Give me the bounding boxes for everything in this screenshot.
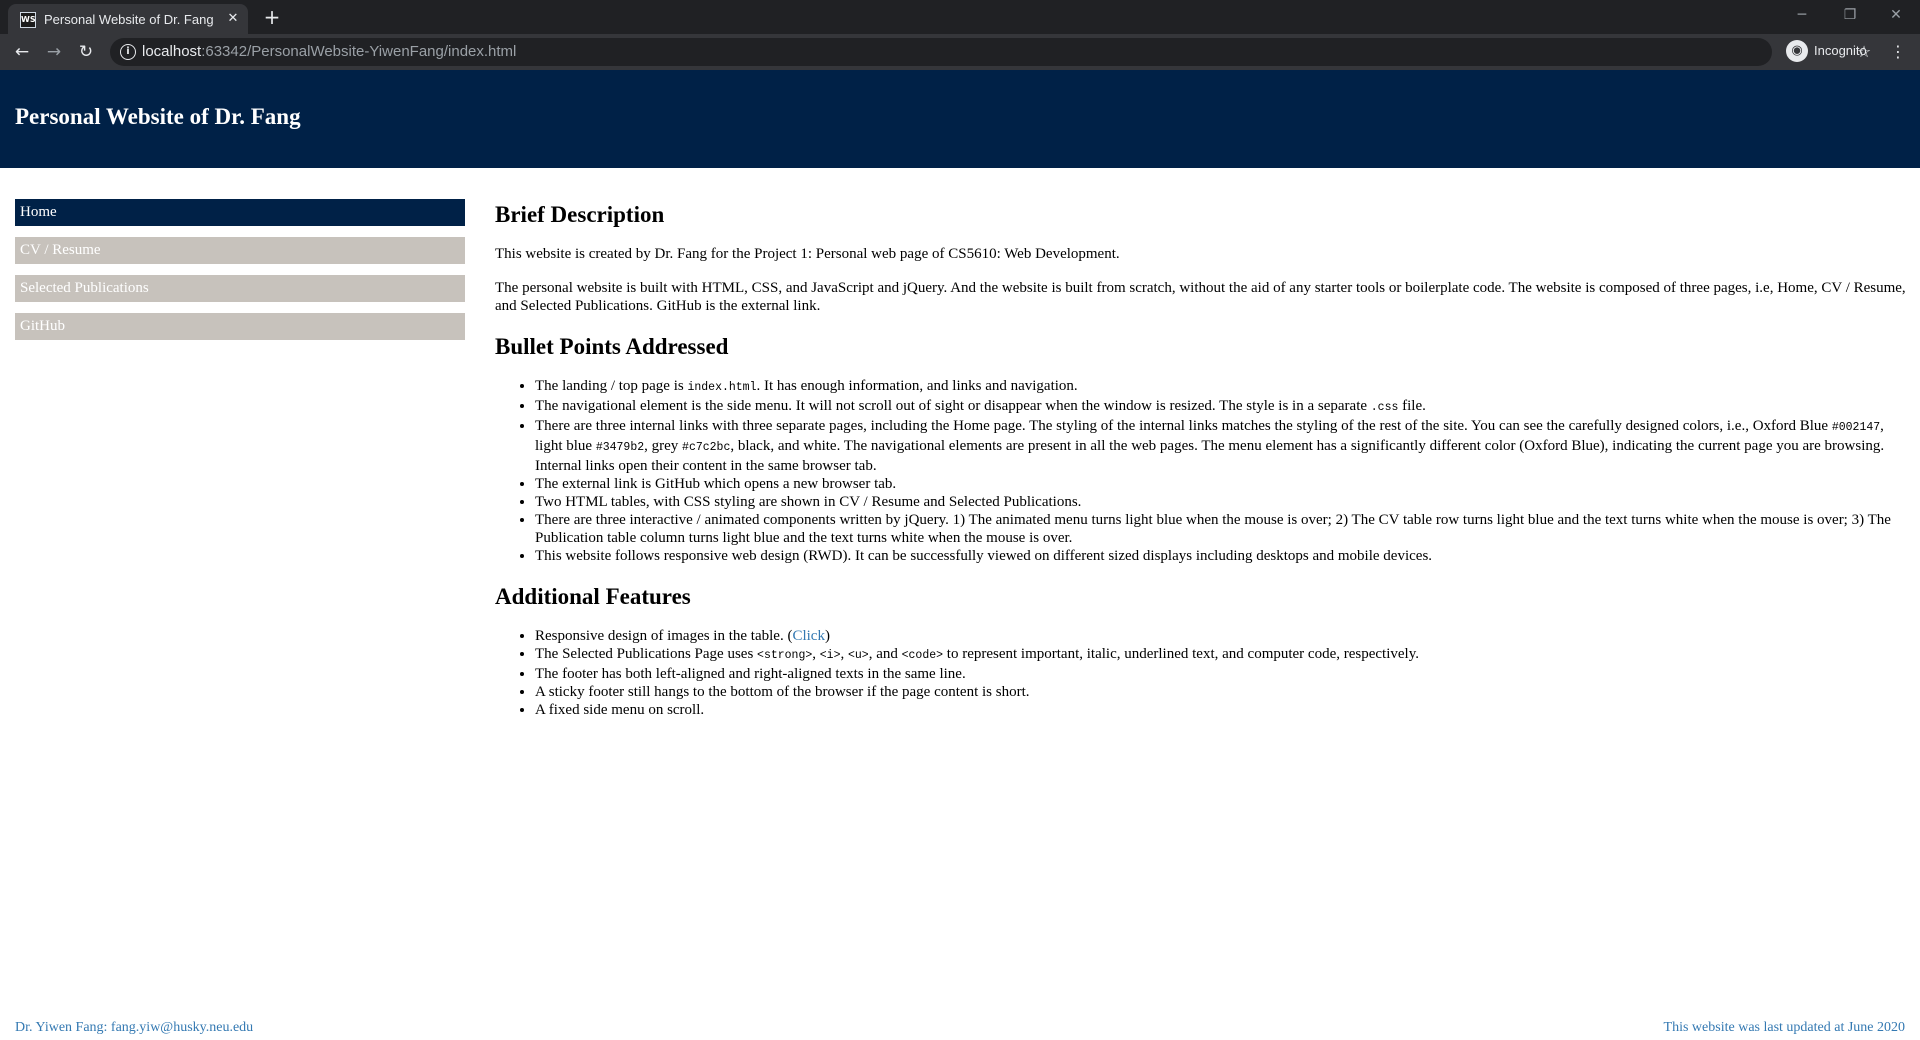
inline-code: #c7c2bc [682,441,731,454]
list-text: to represent important, italic, underlin… [943,646,1419,662]
list-text: Responsive design of images in the table… [535,628,793,644]
browser-tab-bar: WS Personal Website of Dr. Fang ✕ + ─ ❐ … [0,0,1920,34]
inline-code: #3479b2 [595,441,645,454]
site-title: Personal Website of Dr. Fang [15,104,301,129]
additional-features-heading: Additional Features [495,584,691,609]
back-icon[interactable]: ← [10,40,34,64]
menu-item-github[interactable]: GitHub [15,313,465,340]
browser-tab[interactable]: WS Personal Website of Dr. Fang ✕ [8,4,248,34]
brief-description-heading: Brief Description [495,202,665,227]
list-text: file. [1398,398,1426,414]
list-text: , and [868,646,902,662]
list-text: , [812,646,820,662]
list-text: The landing / top page is [535,378,688,394]
list-text: The Selected Publications Page uses [535,646,758,662]
list-item: This website follows responsive web desi… [535,547,1907,565]
list-text: , [840,646,848,662]
incognito-label: Incognito [1814,43,1867,58]
minimize-window-icon[interactable]: ─ [1782,4,1822,26]
main-content: Brief Description This website is create… [495,201,1907,719]
reload-icon[interactable]: ↻ [74,40,98,64]
bullet-points-list: The landing / top page is index.html. It… [495,377,1907,565]
additional-features-list: Responsive design of images in the table… [495,627,1907,719]
list-item: Responsive design of images in the table… [535,627,1907,645]
list-item: The external link is GitHub which opens … [535,475,1907,493]
inline-code: #002147 [1831,421,1881,434]
click-link[interactable]: Click [792,628,825,644]
inline-code: <i> [819,649,841,662]
url-host: localhost [142,43,202,60]
site-footer: Dr. Yiwen Fang: fang.yiw@husky.neu.edu T… [15,1020,1905,1038]
url-text[interactable]: localhost:63342/PersonalWebsite-YiwenFan… [142,43,516,60]
inline-code: <strong> [757,649,813,662]
list-text: There are three internal links with thre… [535,418,1832,434]
footer-last-updated: This website was last updated at June 20… [1663,1020,1905,1035]
incognito-icon: ◉ [1786,40,1808,62]
close-window-icon[interactable]: ✕ [1876,4,1916,26]
list-text: , black, and white. The navigational ele… [535,438,1885,474]
close-tab-icon[interactable]: ✕ [224,10,242,28]
browser-menu-icon[interactable]: ⋮ [1888,40,1908,64]
list-text: , grey [644,438,683,454]
list-item: Two HTML tables, with CSS styling are sh… [535,493,1907,511]
inline-code: <code> [901,649,944,662]
forward-icon[interactable]: → [42,40,66,64]
browser-toolbar: ← → ↻ i localhost:63342/PersonalWebsite-… [0,34,1920,70]
list-item: The Selected Publications Page uses <str… [535,645,1907,665]
list-item: The navigational element is the side men… [535,397,1907,417]
list-text: ) [824,628,830,644]
list-text: The navigational element is the side men… [535,398,1371,414]
list-item: A fixed side menu on scroll. [535,701,1907,719]
list-item: There are three internal links with thre… [535,417,1907,475]
list-item: The landing / top page is index.html. It… [535,377,1907,397]
list-text: . It has enough information, and links a… [756,378,1078,394]
tab-title: Personal Website of Dr. Fang [44,12,214,27]
inline-code: <u> [847,649,869,662]
menu-item-cv-resume[interactable]: CV / Resume [15,237,465,264]
address-bar[interactable]: i localhost:63342/PersonalWebsite-YiwenF… [110,38,1871,66]
footer-contact: Dr. Yiwen Fang: fang.yiw@husky.neu.edu [15,1020,254,1035]
brief-paragraph-1: This website is created by Dr. Fang for … [495,246,1120,262]
menu-item-selected-publications[interactable]: Selected Publications [15,275,465,302]
url-path: :63342/PersonalWebsite-YiwenFang/index.h… [201,43,517,60]
site-header: Personal Website of Dr. Fang [0,70,1920,168]
list-item: A sticky footer still hangs to the botto… [535,683,1907,701]
site-info-icon[interactable]: i [120,44,136,60]
brief-paragraph-2: The personal website is built with HTML,… [495,280,1906,314]
menu-item-home[interactable]: Home [15,199,465,226]
restore-window-icon[interactable]: ❐ [1830,4,1870,26]
webstorm-favicon-icon: WS [20,12,36,28]
bullet-points-heading: Bullet Points Addressed [495,334,729,359]
inline-code: .css [1370,401,1399,414]
inline-code: index.html [687,381,757,394]
list-item: There are three interactive / animated c… [535,511,1907,547]
list-item: The footer has both left-aligned and rig… [535,665,1907,683]
new-tab-icon[interactable]: + [260,6,284,28]
side-menu: Home CV / Resume Selected Publications G… [15,199,465,351]
